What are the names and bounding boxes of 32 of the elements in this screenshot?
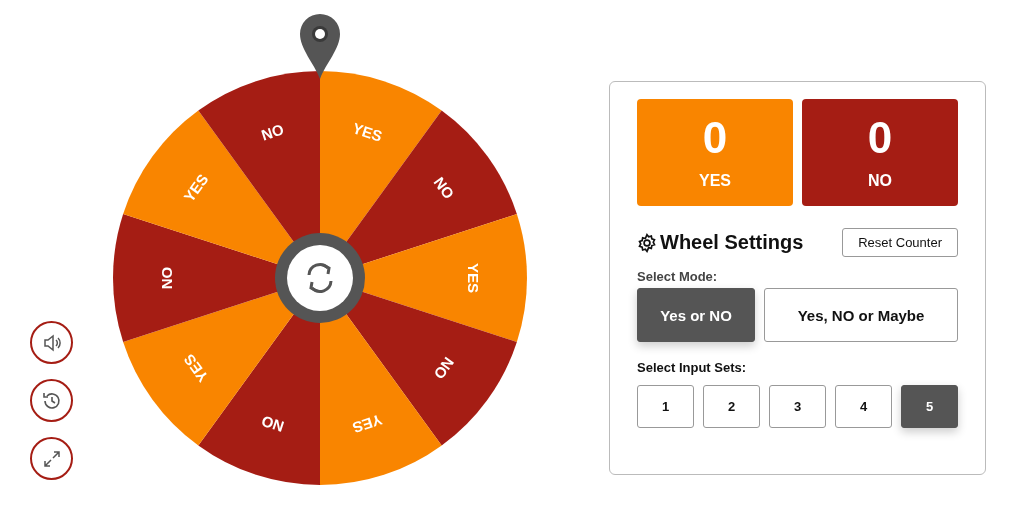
speaker-icon <box>41 332 62 353</box>
mode-option[interactable]: Yes, NO or Maybe <box>764 288 958 342</box>
spin-button[interactable] <box>275 233 365 323</box>
input-set-option[interactable]: 4 <box>835 385 892 428</box>
segment-label: YES <box>350 411 385 437</box>
segment-label: NO <box>430 173 458 202</box>
counter-value: 0 <box>867 115 893 160</box>
counter-label: NO <box>868 171 892 190</box>
expand-icon <box>41 448 62 469</box>
counter-label: YES <box>699 171 731 190</box>
segment-label: NO <box>259 412 286 436</box>
refresh-icon <box>307 263 333 293</box>
fullscreen-button[interactable] <box>30 437 73 480</box>
segment-label: NO <box>430 354 458 383</box>
mode-label: Select Mode: <box>637 269 719 284</box>
sound-button[interactable] <box>30 321 73 364</box>
input-set-option[interactable]: 2 <box>703 385 760 428</box>
segment-label: NO <box>259 120 286 144</box>
mode-option[interactable]: Yes or NO <box>637 288 755 342</box>
input-set-option[interactable]: 3 <box>769 385 826 428</box>
history-button[interactable] <box>30 379 73 422</box>
settings-icon <box>637 232 657 253</box>
settings-title: Wheel Settings <box>660 231 804 254</box>
segment-label: YES <box>350 119 385 145</box>
pointer-pin <box>300 14 340 79</box>
reset-counter-button[interactable]: Reset Counter <box>842 228 958 257</box>
segment-label: NO <box>158 266 175 290</box>
input-set-option[interactable]: 5 <box>901 385 958 428</box>
input-sets-label: Select Input Sets: <box>637 360 748 375</box>
counter-value: 0 <box>702 115 728 160</box>
segment-label: YES <box>465 263 482 293</box>
input-set-option[interactable]: 1 <box>637 385 694 428</box>
